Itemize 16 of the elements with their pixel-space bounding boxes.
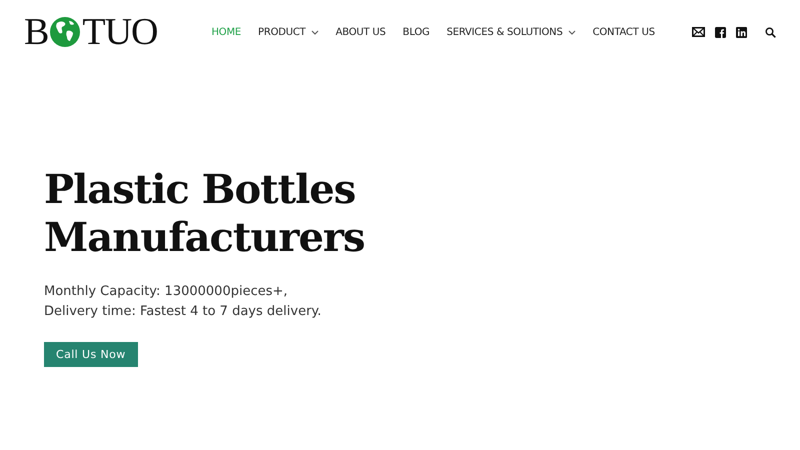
- search-icon[interactable]: [765, 26, 776, 38]
- facebook-icon: [715, 26, 726, 38]
- mail-icon: [692, 27, 705, 37]
- nav-link[interactable]: SERVICES & SOLUTIONS: [446, 26, 576, 38]
- linkedin-icon: [736, 26, 747, 38]
- globe-icon: [49, 16, 82, 48]
- logo[interactable]: B TUO: [24, 13, 158, 51]
- nav-link[interactable]: ABOUT US: [336, 26, 386, 38]
- nav-link[interactable]: CONTACT US: [592, 26, 655, 38]
- nav-link[interactable]: PRODUCT: [258, 26, 319, 38]
- chevron-down-icon: [310, 30, 319, 34]
- call-button[interactable]: Call Us Now: [44, 342, 138, 367]
- chevron-down-icon: [568, 30, 576, 34]
- hero-description: Monthly Capacity: 13000000pieces+, Delivery time: Fastest 4 to 7 days delivery.: [44, 283, 322, 321]
- nav-link[interactable]: BLOG: [402, 26, 430, 38]
- hero-title: Plastic Bottles Manufacturers: [44, 166, 365, 262]
